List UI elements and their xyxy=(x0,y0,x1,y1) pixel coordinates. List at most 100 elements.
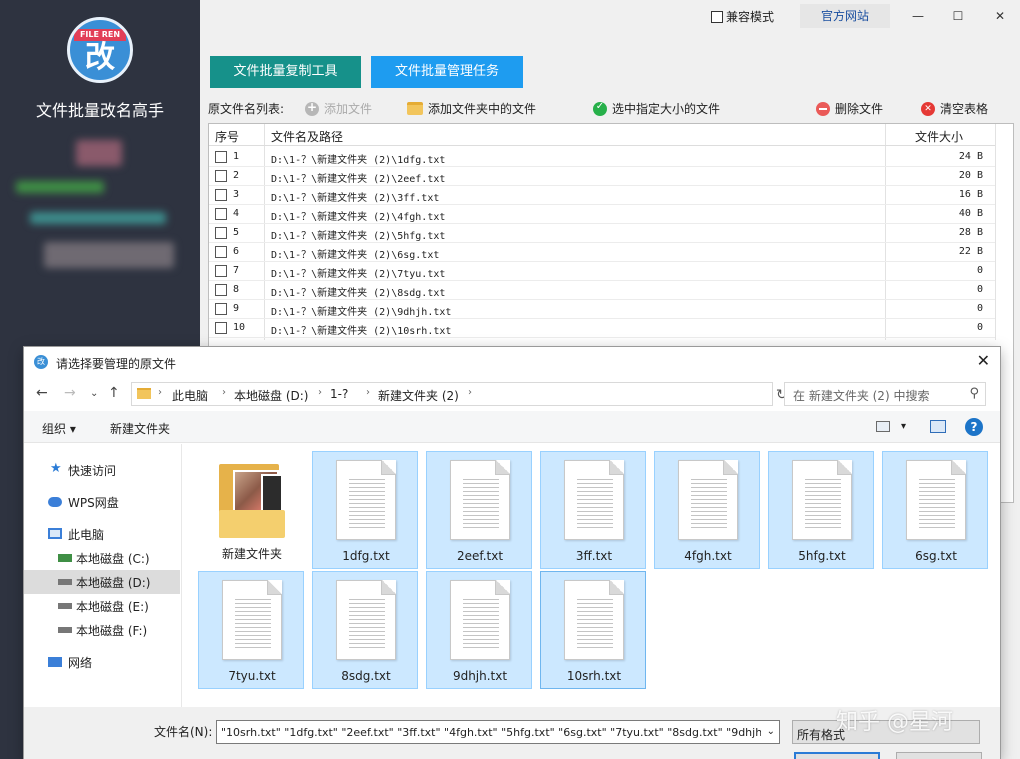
blurred-avatar xyxy=(76,140,122,166)
organize-menu[interactable]: 组织 ▾ xyxy=(42,420,76,437)
row-number: 8 xyxy=(233,284,240,295)
select-by-size-button[interactable]: 选中指定大小的文件 xyxy=(593,100,720,117)
row-checkbox[interactable] xyxy=(215,246,227,258)
chevron-right-icon[interactable]: › xyxy=(222,387,226,398)
file-name: 2eef.txt xyxy=(456,549,504,563)
table-row[interactable]: 8 D:\1-？\新建文件夹 (2)\8sdg.txt 0 xyxy=(209,281,995,300)
compat-mode-checkbox[interactable]: 兼容模式 xyxy=(711,8,774,25)
nav-network[interactable]: 网络 xyxy=(24,650,180,674)
nav-drive-c[interactable]: 本地磁盘 (C:) xyxy=(24,546,180,570)
breadcrumb-drive-d[interactable]: 本地磁盘 (D:) xyxy=(234,387,308,404)
text-file-icon xyxy=(906,460,966,540)
row-number: 9 xyxy=(233,303,240,314)
row-checkbox[interactable] xyxy=(215,189,227,201)
nav-quick-access[interactable]: ★ 快速访问 xyxy=(24,458,180,482)
table-row[interactable]: 9 D:\1-？\新建文件夹 (2)\9dhjh.txt 0 xyxy=(209,300,995,319)
table-row[interactable]: 7 D:\1-？\新建文件夹 (2)\7tyu.txt 0 xyxy=(209,262,995,281)
table-row[interactable]: 10 D:\1-？\新建文件夹 (2)\10srh.txt 0 xyxy=(209,319,995,338)
header-size: 文件大小 xyxy=(915,130,964,144)
row-checkbox[interactable] xyxy=(215,303,227,315)
doc-lines xyxy=(919,479,955,529)
chevron-down-icon[interactable]: ⌄ xyxy=(767,726,775,737)
row-checkbox[interactable] xyxy=(215,284,227,296)
row-checkbox[interactable] xyxy=(215,208,227,220)
nav-wps-drive[interactable]: WPS网盘 xyxy=(24,490,180,514)
delete-files-button[interactable]: 删除文件 xyxy=(816,100,883,117)
file-tile[interactable]: 7tyu.txt xyxy=(198,571,304,689)
doc-lines xyxy=(577,599,613,649)
table-row[interactable]: 3 D:\1-？\新建文件夹 (2)\3ff.txt 16 B xyxy=(209,186,995,205)
text-file-icon xyxy=(564,460,624,540)
nav-this-pc[interactable]: 此电脑 xyxy=(24,522,180,546)
table-row[interactable]: 4 D:\1-？\新建文件夹 (2)\4fgh.txt 40 B xyxy=(209,205,995,224)
checkbox-box[interactable] xyxy=(711,10,723,23)
minus-icon xyxy=(816,101,830,116)
nav-network-label: 网络 xyxy=(68,656,93,670)
table-row[interactable]: 2 D:\1-？\新建文件夹 (2)\2eef.txt 20 B xyxy=(209,167,995,186)
file-name: 1dfg.txt xyxy=(342,549,390,563)
file-tile[interactable]: 4fgh.txt xyxy=(654,451,760,569)
back-arrow-icon[interactable]: ← xyxy=(36,385,48,401)
filename-input[interactable]: "10srh.txt" "1dfg.txt" "2eef.txt" "3ff.t… xyxy=(216,720,780,744)
row-path: D:\1-？\新建文件夹 (2)\10srh.txt xyxy=(271,326,452,337)
file-tile[interactable]: 9dhjh.txt xyxy=(426,571,532,689)
tab-batch-copy[interactable]: 文件批量复制工具 xyxy=(210,56,361,88)
compat-mode-label: 兼容模式 xyxy=(726,10,775,24)
doc-lines xyxy=(349,479,385,529)
clear-table-button[interactable]: 清空表格 xyxy=(921,100,988,117)
breadcrumb-new-folder-2[interactable]: 新建文件夹 (2) xyxy=(378,387,459,404)
table-row[interactable]: 5 D:\1-？\新建文件夹 (2)\5hfg.txt 28 B xyxy=(209,224,995,243)
nav-drive-e[interactable]: 本地磁盘 (E:) xyxy=(24,594,180,618)
up-arrow-icon[interactable]: ↑ xyxy=(108,385,120,401)
file-tile[interactable]: 2eef.txt xyxy=(426,451,532,569)
breadcrumb-folder-1[interactable]: 1-? xyxy=(330,387,348,401)
chevron-right-icon[interactable]: › xyxy=(468,387,472,398)
row-checkbox[interactable] xyxy=(215,265,227,277)
address-bar[interactable]: › 此电脑 › 本地磁盘 (D:) › 1-? › 新建文件夹 (2) › ⌄ xyxy=(131,382,850,406)
official-site-button[interactable]: 官方网站 xyxy=(800,4,890,28)
chevron-right-icon[interactable]: › xyxy=(158,387,162,398)
row-checkbox[interactable] xyxy=(215,151,227,163)
view-options-icon[interactable] xyxy=(876,421,890,432)
cancel-button[interactable] xyxy=(896,752,982,759)
add-file-button[interactable]: 添加文件 xyxy=(305,100,372,117)
text-file-icon xyxy=(678,460,738,540)
open-button[interactable] xyxy=(794,752,880,759)
folder-tile[interactable]: 新建文件夹 xyxy=(198,447,304,565)
add-folder-files-button[interactable]: 添加文件夹中的文件 xyxy=(407,100,536,117)
row-checkbox[interactable] xyxy=(215,227,227,239)
file-tile[interactable]: 5hfg.txt xyxy=(768,451,874,569)
row-checkbox[interactable] xyxy=(215,170,227,182)
minimize-icon[interactable]: — xyxy=(906,6,930,26)
file-tile[interactable]: 6sg.txt xyxy=(882,451,988,569)
file-name: 10srh.txt xyxy=(566,669,622,683)
doc-lines xyxy=(235,599,271,649)
close-icon[interactable]: ✕ xyxy=(988,6,1012,26)
row-size: 22 B xyxy=(958,246,983,257)
nav-drive-d[interactable]: 本地磁盘 (D:) xyxy=(24,570,180,594)
file-tile[interactable]: 1dfg.txt xyxy=(312,451,418,569)
preview-pane-icon[interactable] xyxy=(930,420,946,433)
view-dropdown-icon[interactable]: ▾ xyxy=(901,421,906,432)
chevron-right-icon[interactable]: › xyxy=(366,387,370,398)
tab-batch-manage[interactable]: 文件批量管理任务 xyxy=(371,56,523,88)
drive-icon xyxy=(58,627,72,633)
add-folder-files-label: 添加文件夹中的文件 xyxy=(428,102,537,116)
maximize-icon[interactable]: ☐ xyxy=(946,6,970,26)
forward-arrow-icon[interactable]: → xyxy=(64,385,76,401)
row-checkbox[interactable] xyxy=(215,322,227,334)
dialog-close-icon[interactable]: ✕ xyxy=(977,351,990,370)
chevron-right-icon[interactable]: › xyxy=(318,387,322,398)
table-row[interactable]: 1 D:\1-？\新建文件夹 (2)\1dfg.txt 24 B xyxy=(209,148,995,167)
new-folder-button[interactable]: 新建文件夹 xyxy=(110,420,170,437)
file-tile[interactable]: 10srh.txt xyxy=(540,571,646,689)
help-icon[interactable]: ? xyxy=(965,418,983,436)
file-tile[interactable]: 8sdg.txt xyxy=(312,571,418,689)
nav-drive-f[interactable]: 本地磁盘 (F:) xyxy=(24,618,180,642)
table-row[interactable]: 6 D:\1-？\新建文件夹 (2)\6sg.txt 22 B xyxy=(209,243,995,262)
search-input[interactable]: 在 新建文件夹 (2) 中搜索 ⚲ xyxy=(784,382,986,406)
row-size: 0 xyxy=(976,322,983,333)
breadcrumb-this-pc[interactable]: 此电脑 xyxy=(172,387,208,404)
recent-dropdown-icon[interactable]: ⌄ xyxy=(90,388,98,399)
file-tile[interactable]: 3ff.txt xyxy=(540,451,646,569)
